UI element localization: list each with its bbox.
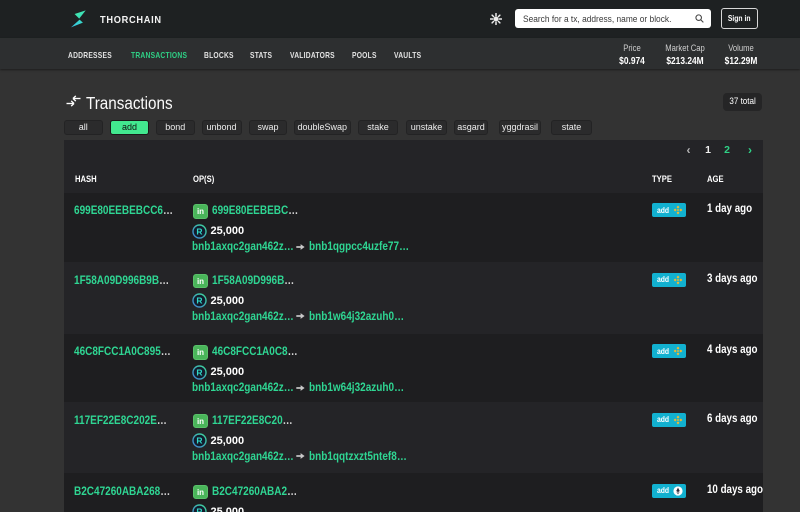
svg-text:R: R xyxy=(196,507,202,512)
svg-text:R: R xyxy=(196,296,202,306)
svg-text:R: R xyxy=(196,367,202,377)
svg-text:R: R xyxy=(196,436,202,446)
svg-text:R: R xyxy=(196,226,202,236)
